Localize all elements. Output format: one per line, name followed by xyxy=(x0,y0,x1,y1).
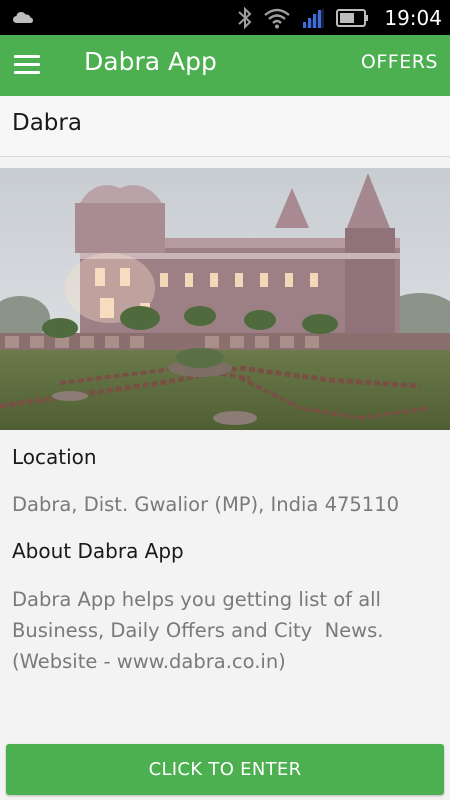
status-icons: 19:04 xyxy=(236,0,442,35)
hero-image xyxy=(0,168,450,430)
click-to-enter-button[interactable]: CLICK TO ENTER xyxy=(6,744,444,795)
app-bar: Dabra App OFFERS xyxy=(0,35,450,96)
about-text-line-1: Dabra App helps you getting list of all xyxy=(12,588,381,611)
about-text-line-2: Business, Daily Offers and City News. xyxy=(12,619,384,642)
about-text-line-3: (Website - www.dabra.co.in) xyxy=(12,650,286,673)
wifi-icon xyxy=(264,8,291,28)
page-title: Dabra xyxy=(12,110,82,136)
status-time: 19:04 xyxy=(384,5,442,30)
cloud-icon xyxy=(13,12,33,23)
battery-icon xyxy=(336,8,369,27)
page-title-bar: Dabra xyxy=(0,96,450,157)
offers-button[interactable]: OFFERS xyxy=(361,48,438,76)
location-text: Dabra, Dist. Gwalior (MP), India 475110 xyxy=(12,493,400,516)
bluetooth-icon xyxy=(238,6,252,29)
signal-icon xyxy=(302,7,325,28)
about-heading: About Dabra App xyxy=(12,539,184,563)
location-heading: Location xyxy=(12,445,97,469)
temple-photo xyxy=(0,168,450,430)
status-bar: 19:04 xyxy=(0,0,450,35)
hamburger-menu-icon[interactable] xyxy=(14,51,44,79)
app-title: Dabra App xyxy=(84,47,217,76)
